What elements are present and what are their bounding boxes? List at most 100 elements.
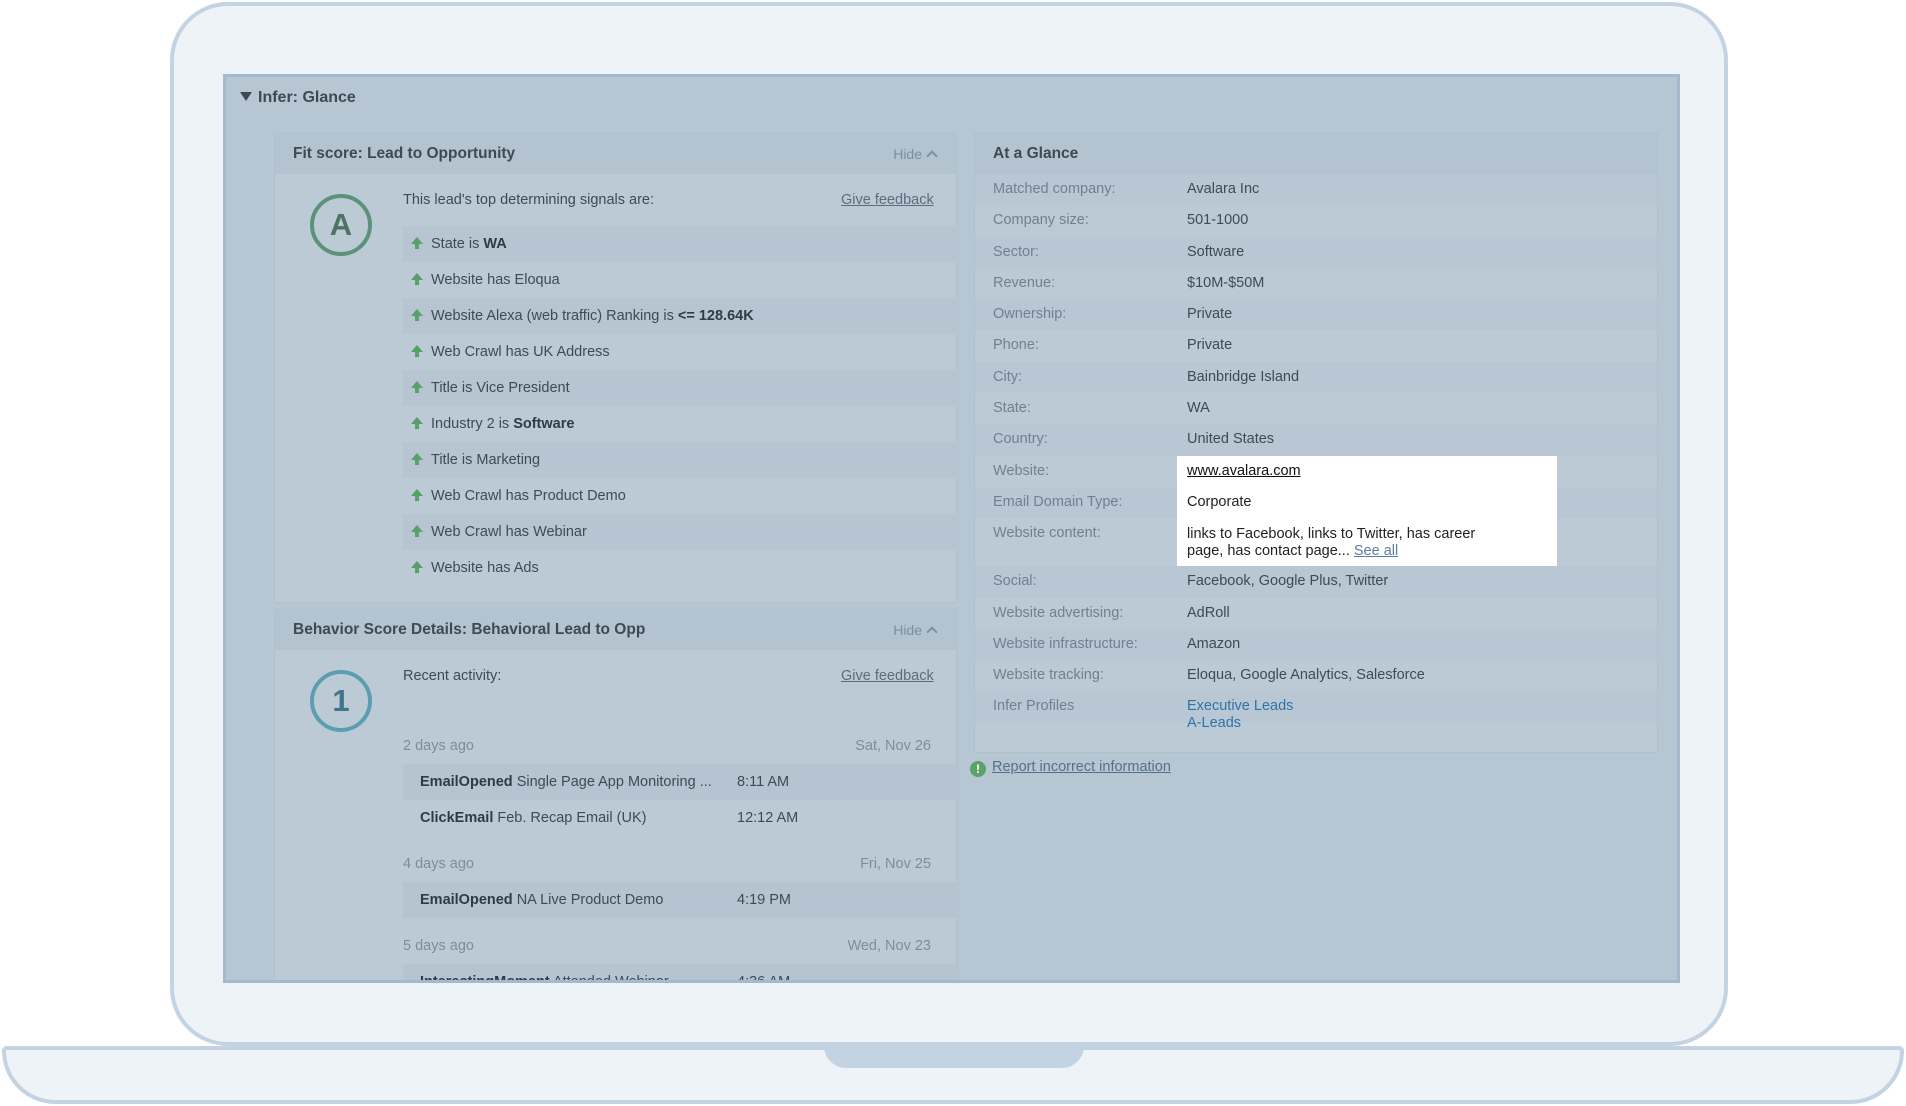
signal-text: Web Crawl has UK Address (431, 344, 610, 360)
signal-text: Website has Ads (431, 560, 539, 576)
behavior-score-title: Behavior Score Details: Behavioral Lead … (293, 621, 646, 638)
glance-row: Website tracking: Eloqua, Google Analytic… (975, 660, 1657, 691)
glance-value: Private (1187, 299, 1232, 330)
glance-row: Website advertising: AdRoll (975, 598, 1657, 629)
glance-value: WA (1187, 393, 1210, 424)
report-incorrect-info-link[interactable]: ! Report incorrect information (970, 759, 1171, 777)
recent-activity-list: 2 days ago Sat, Nov 26 EmailOpened Single … (403, 728, 959, 983)
glance-row: State: WA (975, 393, 1657, 424)
glance-label: Website advertising: (993, 604, 1124, 621)
signal-row: Web Crawl has Webinar (403, 514, 959, 550)
signal-row: Website Alexa (web traffic) Ranking is <… (403, 298, 959, 334)
activity-date: Wed, Nov 23 (847, 938, 931, 954)
glance-label: City: (993, 368, 1022, 385)
glance-label: State: (993, 400, 1031, 417)
glance-value: Executive Leads A-Leads (1187, 691, 1293, 732)
glance-value-text: Corporate (1187, 493, 1252, 510)
glance-value-text: Private (1187, 306, 1233, 323)
glance-row: Company size: 501-1000 (975, 205, 1657, 236)
activity-days-ago: 5 days ago (403, 938, 474, 954)
glance-value: Corporate (1177, 486, 1557, 519)
activity-time: 4:36 AM (737, 974, 791, 983)
activity-type: EmailOpened (420, 774, 513, 790)
activity-gap (403, 918, 959, 928)
activity-date: Fri, Nov 25 (860, 856, 931, 872)
activity-type: InterestingMoment (420, 974, 550, 983)
fit-signal-list: State is WA Website has Eloqua Website Ale… (403, 226, 959, 586)
glance-value: 501-1000 (1187, 205, 1248, 236)
glance-value: Facebook, Google Plus, Twitter (1187, 566, 1388, 597)
infer-profile-link[interactable]: A-Leads (1187, 715, 1293, 732)
signal-text: Web Crawl has Product Demo (431, 488, 626, 504)
glance-value: AdRoll (1187, 598, 1230, 629)
behavior-grade-badge: 1 (310, 670, 372, 732)
activity-group-header: 4 days ago Fri, Nov 25 (403, 846, 959, 882)
signal-row: Title is Vice President (403, 370, 959, 406)
glance-value-text: United States (1187, 431, 1275, 448)
activity-description: Feb. Recap Email (UK) (497, 810, 647, 826)
glance-row: Email Domain Type: Corporate (975, 486, 1657, 519)
glance-value-text: $10M-$50M (1187, 274, 1265, 291)
glance-row: Phone: Private (975, 330, 1657, 361)
arrow-up-icon (411, 381, 423, 393)
fit-intro-text: This lead's top determining signals are: (403, 192, 655, 208)
website-link[interactable]: www.avalara.com (1187, 463, 1301, 479)
infer-profile-link[interactable]: Executive Leads (1187, 698, 1293, 715)
glance-row: Website: www.avalara.com (975, 455, 1657, 487)
glance-label: Infer Profiles (993, 698, 1075, 715)
signal-row: Website has Eloqua (403, 262, 959, 298)
fit-score-hide-button[interactable]: Hide (893, 146, 938, 162)
activity-days-ago: 4 days ago (403, 856, 474, 872)
glance-row: City: Bainbridge Island (975, 361, 1657, 394)
glance-value-text: Software (1187, 243, 1245, 260)
glance-row: Sector: Software (975, 236, 1657, 268)
activity-days-ago: 2 days ago (403, 738, 474, 754)
signal-text: State is (431, 236, 484, 252)
at-a-glance-title: At a Glance (993, 145, 1079, 162)
glance-label: Phone: (993, 337, 1039, 354)
glance-value-text: WA (1187, 400, 1210, 417)
behavior-score-panel: Behavior Score Details: Behavioral Lead … (274, 609, 959, 983)
glance-value-text: Facebook, Google Plus, Twitter (1187, 573, 1389, 590)
infer-section-title: Infer: Glance (258, 89, 356, 106)
glance-value-text: Bainbridge Island (1187, 368, 1300, 385)
signal-text: Title is Marketing (431, 452, 541, 468)
behavior-give-feedback-link[interactable]: Give feedback (841, 668, 934, 684)
arrow-up-icon (411, 489, 423, 501)
signal-value: Software (513, 416, 575, 432)
activity-date: Sat, Nov 26 (855, 738, 931, 754)
at-a-glance-rows: Matched company: Avalara Inc Company size:… (975, 174, 1657, 731)
glance-value-text: links to Facebook, links to Twitter, has… (1187, 526, 1476, 560)
glance-value: Software (1187, 237, 1244, 268)
arrow-up-icon (411, 309, 423, 321)
arrow-up-icon (411, 417, 423, 429)
signal-text: Website Alexa (web traffic) Ranking is (431, 308, 678, 324)
activity-item: InterestingMoment Attended Webinar 4:36 A… (403, 964, 959, 983)
arrow-up-icon (411, 453, 423, 465)
glance-row: Website infrastructure: Amazon (975, 628, 1657, 661)
activity-group-header: 2 days ago Sat, Nov 26 (403, 728, 959, 764)
activity-time: 8:11 AM (737, 774, 790, 790)
alert-icon: ! (970, 761, 986, 777)
glance-value: Bainbridge Island (1187, 362, 1299, 393)
arrow-up-icon (411, 273, 423, 285)
glance-value: Avalara Inc (1187, 174, 1259, 205)
glance-row: Website content: links to Facebook, links… (975, 518, 1657, 567)
activity-item: ClickEmail Feb. Recap Email (UK) 12:12 AM (403, 800, 959, 836)
glance-label: Matched company: (993, 181, 1116, 197)
glance-label: Website tracking: (993, 667, 1104, 684)
fit-score-panel: Fit score: Lead to Opportunity Hide A Th… (274, 133, 959, 603)
glance-label: Website: (993, 462, 1050, 479)
activity-description: Attended Webinar (552, 974, 669, 983)
infer-section-toggle[interactable]: Infer: Glance (240, 89, 356, 107)
fit-give-feedback-link[interactable]: Give feedback (841, 192, 934, 208)
arrow-up-icon (411, 237, 423, 249)
signal-row: State is WA (403, 226, 959, 262)
activity-description: Single Page App Monitoring ... (516, 774, 712, 790)
chevron-up-icon (926, 626, 938, 638)
signal-text: Industry 2 is (431, 416, 514, 432)
behavior-score-hide-button[interactable]: Hide (893, 622, 938, 638)
glance-value: links to Facebook, links to Twitter, has… (1177, 518, 1557, 567)
signal-row: Title is Marketing (403, 442, 959, 478)
see-all-link[interactable]: See all (1354, 543, 1398, 559)
